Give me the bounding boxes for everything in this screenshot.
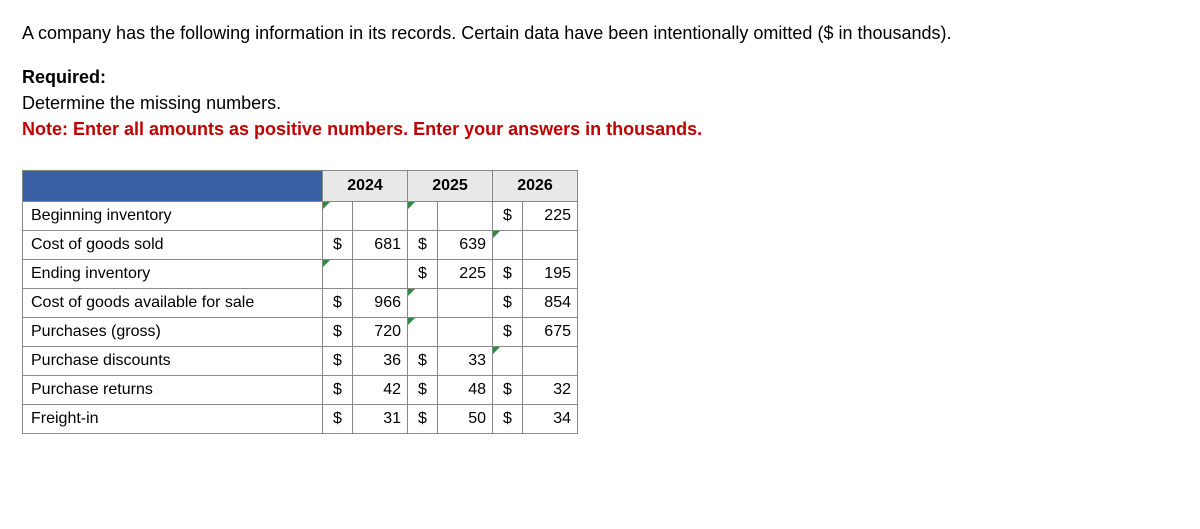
cell-value: 225 xyxy=(438,260,493,289)
input-cell[interactable] xyxy=(408,318,438,347)
cell-value: 854 xyxy=(523,289,578,318)
cell-value: 720 xyxy=(353,318,408,347)
input-cell[interactable] xyxy=(323,260,353,289)
cell-value: 639 xyxy=(438,231,493,260)
currency-symbol: $ xyxy=(408,231,438,260)
input-cell-val[interactable] xyxy=(438,289,493,318)
row-label: Purchases (gross) xyxy=(23,318,323,347)
input-cell[interactable] xyxy=(408,289,438,318)
row-label: Purchase returns xyxy=(23,376,323,405)
currency-symbol: $ xyxy=(408,405,438,434)
row-label: Ending inventory xyxy=(23,260,323,289)
cell-value: 675 xyxy=(523,318,578,347)
col-header-2025: 2025 xyxy=(408,171,493,202)
input-cell-val[interactable] xyxy=(438,318,493,347)
table-row: Cost of goods sold $681 $639 xyxy=(23,231,578,260)
input-cell[interactable] xyxy=(493,347,523,376)
currency-symbol: $ xyxy=(493,376,523,405)
cell-value: 42 xyxy=(353,376,408,405)
intro-text: A company has the following information … xyxy=(22,20,1178,46)
col-header-2026: 2026 xyxy=(493,171,578,202)
cell-value: 36 xyxy=(353,347,408,376)
required-line: Determine the missing numbers. xyxy=(22,90,1178,116)
currency-symbol: $ xyxy=(493,202,523,231)
currency-symbol: $ xyxy=(323,405,353,434)
currency-symbol: $ xyxy=(323,318,353,347)
required-note: Note: Enter all amounts as positive numb… xyxy=(22,116,1178,142)
currency-symbol: $ xyxy=(323,347,353,376)
cell-value: 33 xyxy=(438,347,493,376)
currency-symbol: $ xyxy=(493,260,523,289)
currency-symbol: $ xyxy=(493,318,523,347)
currency-symbol: $ xyxy=(493,289,523,318)
currency-symbol: $ xyxy=(408,260,438,289)
data-table: 2024 2025 2026 Beginning inventory $225 … xyxy=(22,170,578,434)
input-cell-val[interactable] xyxy=(523,231,578,260)
col-header-2024: 2024 xyxy=(323,171,408,202)
cell-value: 32 xyxy=(523,376,578,405)
cell-value: 966 xyxy=(353,289,408,318)
table-row: Beginning inventory $225 xyxy=(23,202,578,231)
table-row: Purchase returns $42 $48 $32 xyxy=(23,376,578,405)
currency-symbol: $ xyxy=(408,347,438,376)
input-cell-val[interactable] xyxy=(523,347,578,376)
row-label: Freight-in xyxy=(23,405,323,434)
row-label: Purchase discounts xyxy=(23,347,323,376)
input-cell-val[interactable] xyxy=(353,260,408,289)
required-title: Required: xyxy=(22,64,1178,90)
cell-value: 34 xyxy=(523,405,578,434)
cell-value: 225 xyxy=(523,202,578,231)
table-row: Cost of goods available for sale $966 $8… xyxy=(23,289,578,318)
cell-value: 681 xyxy=(353,231,408,260)
header-blank xyxy=(23,171,323,202)
input-cell[interactable] xyxy=(408,202,438,231)
table-row: Purchases (gross) $720 $675 xyxy=(23,318,578,347)
required-block: Required: Determine the missing numbers.… xyxy=(22,64,1178,142)
cell-value: 195 xyxy=(523,260,578,289)
input-cell-val[interactable] xyxy=(438,202,493,231)
header-row: 2024 2025 2026 xyxy=(23,171,578,202)
input-cell[interactable] xyxy=(493,231,523,260)
currency-symbol: $ xyxy=(323,231,353,260)
currency-symbol: $ xyxy=(493,405,523,434)
input-cell[interactable] xyxy=(323,202,353,231)
cell-value: 31 xyxy=(353,405,408,434)
row-label: Beginning inventory xyxy=(23,202,323,231)
cell-value: 50 xyxy=(438,405,493,434)
currency-symbol: $ xyxy=(323,376,353,405)
currency-symbol: $ xyxy=(408,376,438,405)
row-label: Cost of goods available for sale xyxy=(23,289,323,318)
table-row: Purchase discounts $36 $33 xyxy=(23,347,578,376)
table-row: Ending inventory $225 $195 xyxy=(23,260,578,289)
table-row: Freight-in $31 $50 $34 xyxy=(23,405,578,434)
row-label: Cost of goods sold xyxy=(23,231,323,260)
input-cell-val[interactable] xyxy=(353,202,408,231)
cell-value: 48 xyxy=(438,376,493,405)
currency-symbol: $ xyxy=(323,289,353,318)
